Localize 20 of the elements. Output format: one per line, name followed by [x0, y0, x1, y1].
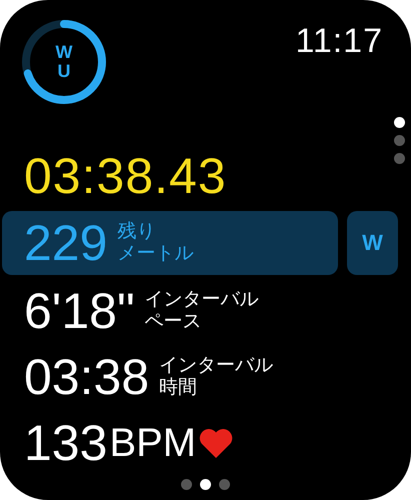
heart-icon	[198, 426, 234, 460]
heart-rate-unit: BPM	[109, 420, 196, 466]
page-indicator-dot[interactable]	[219, 479, 230, 490]
elapsed-time: 03:38.43	[23, 147, 228, 206]
metric-label: インターバル	[144, 289, 259, 311]
metric-value: 6'18"	[24, 282, 135, 340]
metric-label: インターバル	[159, 355, 274, 377]
ring-letter: U	[58, 62, 70, 81]
page-indicator-dot[interactable]	[200, 479, 211, 490]
metric-value: 03:38	[24, 348, 150, 406]
segment-button[interactable]: W	[347, 211, 398, 275]
remaining-label: メートル	[117, 243, 194, 265]
ring-letter: W	[56, 43, 72, 62]
remaining-value: 229	[24, 214, 108, 272]
page-indicator-dot[interactable]	[181, 479, 192, 490]
heart-rate-value: 133	[24, 414, 108, 472]
metric-label: ペース	[144, 311, 203, 333]
metric-label: 時間	[159, 377, 198, 399]
remaining-label: 残り	[117, 221, 156, 243]
clock: 11:17	[295, 22, 383, 61]
